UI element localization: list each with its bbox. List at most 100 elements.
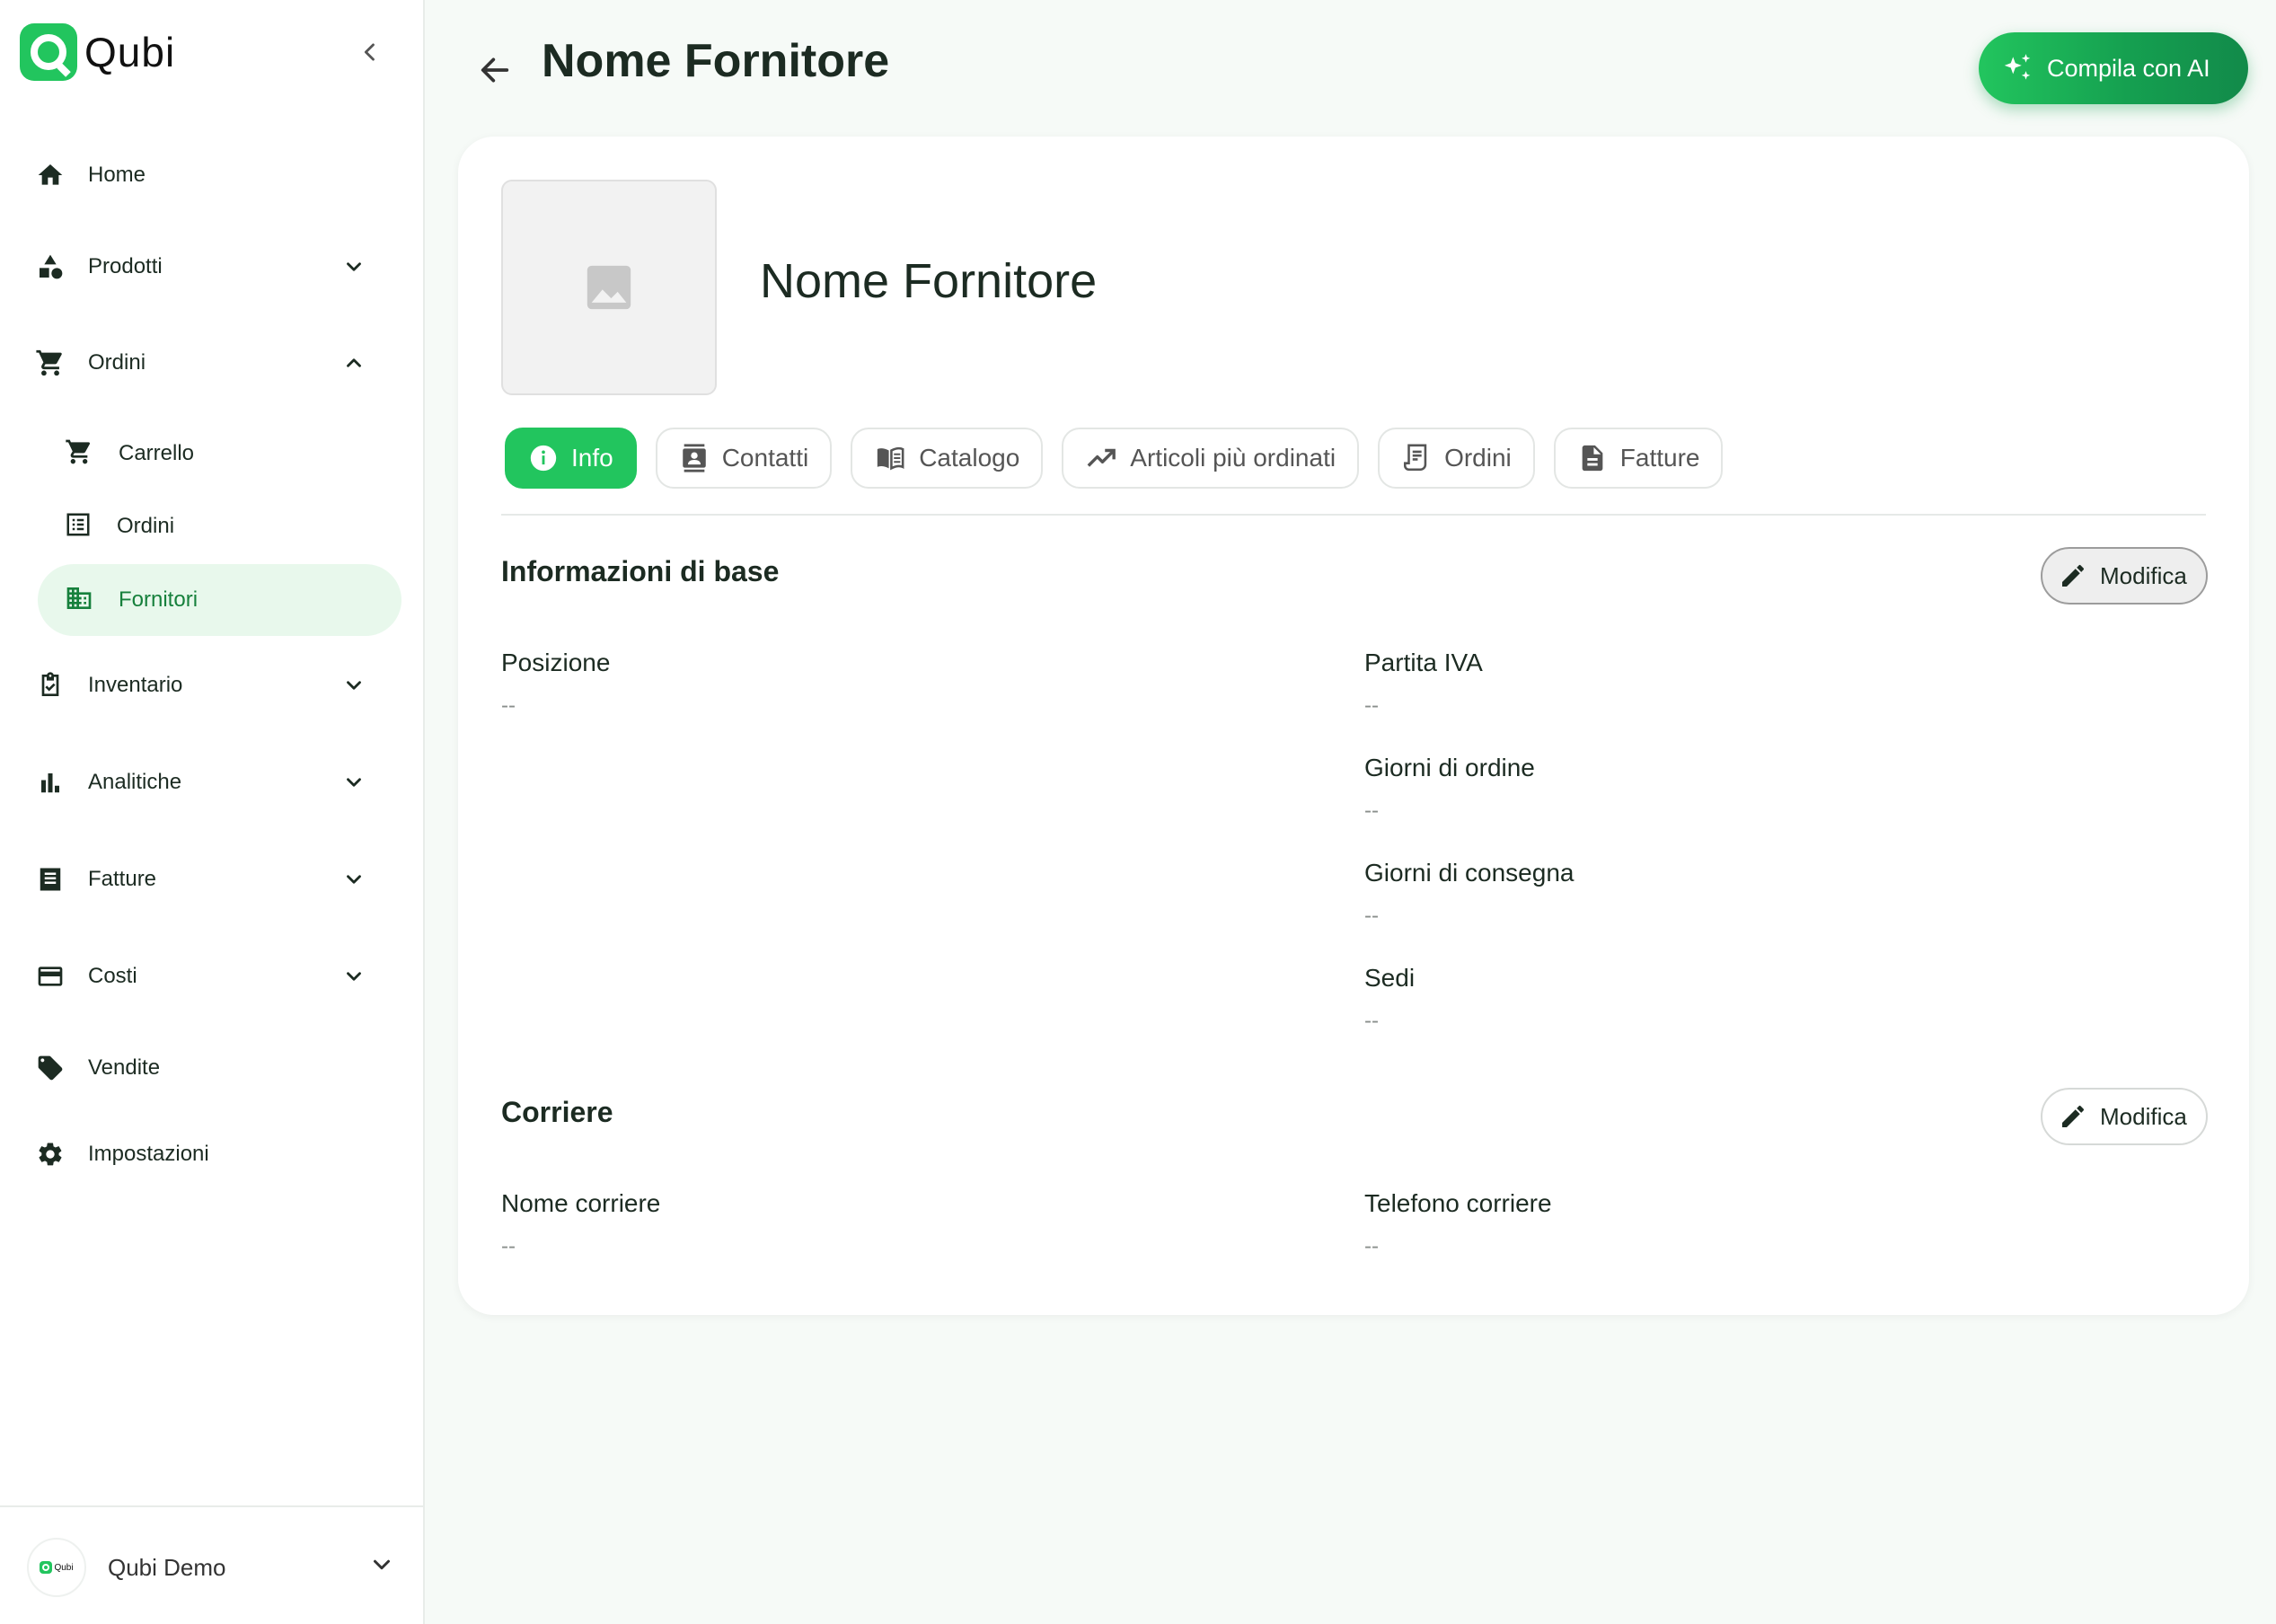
section-title-base-info: Informazioni di base: [501, 555, 780, 587]
receipt-long-icon: [1404, 444, 1427, 472]
sparkle-icon: [2004, 54, 2031, 80]
pencil-icon: [2062, 564, 2085, 587]
tab-label: Fatture: [1619, 444, 1700, 472]
sidebar-item-vendite[interactable]: Vendite: [34, 1041, 393, 1095]
tab-label: Catalogo: [919, 444, 1020, 472]
tabs-divider: [501, 514, 2206, 516]
field-value-posizione: --: [501, 693, 516, 718]
fill-with-ai-button[interactable]: Compila con AI: [1979, 32, 2248, 104]
sidebar-item-label: Impostazioni: [88, 1142, 209, 1166]
edit-corriere-button[interactable]: Modifica: [2041, 1088, 2208, 1145]
supplier-card: Nome Fornitore Info Contatti Catalogo Ar…: [458, 137, 2249, 1315]
clipboard-check-icon: [34, 669, 66, 702]
sidebar-footer: Qubi Qubi Demo: [0, 1505, 423, 1624]
book-icon: [878, 446, 904, 471]
page-title: Nome Fornitore: [542, 35, 890, 87]
sidebar-item-analitiche[interactable]: Analitiche: [34, 755, 393, 809]
sidebar-subitem-carrello[interactable]: Carrello: [38, 418, 401, 490]
chevron-down-icon[interactable]: [338, 251, 370, 283]
chevron-down-icon: [368, 1551, 395, 1583]
arrow-left-icon: [481, 57, 509, 83]
back-button[interactable]: [473, 49, 516, 92]
info-icon: [530, 445, 557, 472]
sidebar-item-label: Ordini: [88, 350, 146, 375]
field-label-posizione: Posizione: [501, 649, 611, 676]
sidebar-item-inventario[interactable]: Inventario: [34, 658, 393, 712]
field-label-giorni-ordine: Giorni di ordine: [1364, 754, 1535, 781]
sidebar-item-fatture[interactable]: Fatture: [34, 852, 393, 906]
edit-base-info-button[interactable]: Modifica: [2041, 547, 2208, 605]
field-value-giorni-ordine: --: [1364, 799, 1379, 823]
field-value-giorni-consegna: --: [1364, 904, 1379, 928]
document-icon: [1582, 445, 1603, 472]
image-icon: [587, 265, 631, 310]
sidebar-item-label: Prodotti: [88, 254, 163, 278]
chevron-down-icon[interactable]: [338, 669, 370, 702]
field-label-giorni-consegna: Giorni di consegna: [1364, 859, 1575, 887]
field-label-sedi: Sedi: [1364, 964, 1416, 992]
tab-label: Contatti: [721, 444, 809, 472]
tab-info[interactable]: Info: [505, 428, 637, 489]
workspace-name: Qubi Demo: [108, 1553, 226, 1581]
tab-fatture[interactable]: Fatture: [1553, 428, 1724, 489]
collapse-sidebar-button[interactable]: [354, 36, 386, 68]
sidebar-item-label: Fatture: [88, 867, 157, 891]
gear-icon: [34, 1138, 66, 1170]
chevron-left-icon: [364, 43, 375, 61]
bar-chart-icon: [34, 766, 66, 799]
sidebar-item-home[interactable]: Home: [34, 148, 393, 202]
workspace-logo: Qubi: [27, 1538, 86, 1597]
sidebar-item-ordini[interactable]: Ordini: [34, 336, 393, 390]
field-value-telefono-corriere: --: [1364, 1234, 1379, 1258]
trending-up-icon: [1087, 448, 1116, 467]
cart-icon: [65, 437, 93, 471]
brand-name: Qubi: [84, 29, 176, 75]
chevron-up-icon[interactable]: [338, 347, 370, 379]
chevron-down-icon[interactable]: [338, 863, 370, 896]
sidebar: Qubi Home Prodotti Ordini Carrello Ordin…: [0, 0, 425, 1624]
cart-icon: [34, 347, 66, 379]
sidebar-item-label: Inventario: [88, 673, 183, 697]
field-label-nome-corriere: Nome corriere: [501, 1189, 661, 1217]
receipt-icon: [34, 863, 66, 896]
tag-icon: [34, 1052, 66, 1084]
workspace-switcher[interactable]: Qubi Qubi Demo: [27, 1538, 395, 1597]
supplier-name: Nome Fornitore: [760, 254, 1098, 308]
home-icon: [34, 159, 66, 191]
contact-icon: [682, 444, 706, 472]
field-label-telefono-corriere: Telefono corriere: [1364, 1189, 1552, 1217]
sidebar-item-costi[interactable]: Costi: [34, 949, 393, 1003]
edit-label: Modifica: [2100, 1102, 2187, 1130]
sidebar-item-label: Home: [88, 163, 146, 187]
fill-with-ai-label: Compila con AI: [2047, 54, 2210, 82]
sidebar-item-label: Costi: [88, 964, 137, 988]
tab-contatti[interactable]: Contatti: [655, 428, 833, 489]
sidebar-item-label: Analitiche: [88, 770, 182, 794]
section-title-corriere: Corriere: [501, 1096, 613, 1128]
sidebar-item-label: Carrello: [119, 441, 195, 465]
tab-articoli-piu-ordinati[interactable]: Articoli più ordinati: [1062, 428, 1360, 489]
sidebar-item-label: Ordini: [117, 514, 175, 538]
chevron-down-icon[interactable]: [338, 766, 370, 799]
brand-logo[interactable]: Qubi: [20, 23, 175, 81]
edit-label: Modifica: [2100, 561, 2187, 589]
tab-catalogo[interactable]: Catalogo: [851, 428, 1044, 489]
workspace-logo-text: Qubi: [54, 1562, 74, 1573]
sidebar-item-impostazioni[interactable]: Impostazioni: [34, 1127, 393, 1181]
tab-label: Info: [571, 444, 613, 472]
sidebar-item-prodotti[interactable]: Prodotti: [34, 240, 393, 294]
qubi-logo-icon: [20, 23, 77, 81]
field-value-sedi: --: [1364, 1009, 1379, 1033]
sidebar-subitem-fornitori[interactable]: Fornitori: [38, 564, 401, 636]
list-icon: [65, 511, 92, 543]
credit-card-icon: [34, 960, 66, 993]
tab-label: Articoli più ordinati: [1130, 444, 1336, 472]
chevron-down-icon[interactable]: [338, 960, 370, 993]
field-label-partita-iva: Partita IVA: [1364, 649, 1483, 676]
tab-ordini[interactable]: Ordini: [1378, 428, 1535, 489]
tab-label: Ordini: [1444, 444, 1512, 472]
building-icon: [65, 584, 93, 617]
supplier-image-placeholder[interactable]: [501, 180, 717, 395]
sidebar-subitem-ordini[interactable]: Ordini: [38, 490, 401, 562]
field-value-partita-iva: --: [1364, 693, 1379, 718]
